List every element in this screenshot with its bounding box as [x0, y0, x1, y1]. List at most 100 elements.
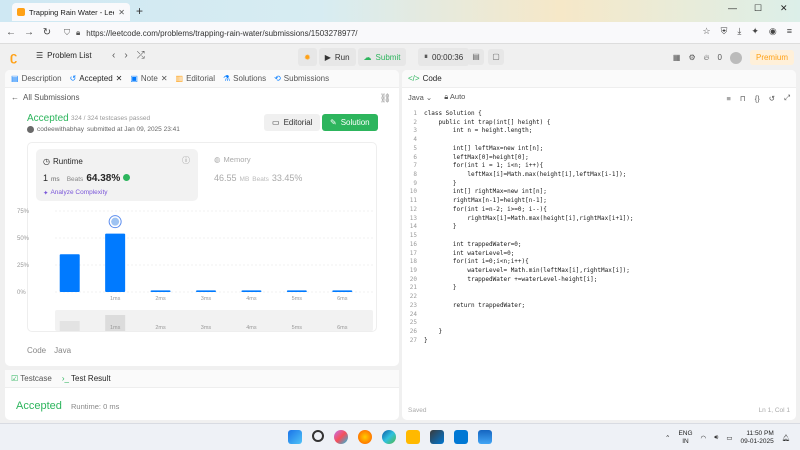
problem-list-button[interactable]: ☰ Problem List — [36, 51, 92, 60]
reload-icon[interactable]: ↻ — [42, 27, 52, 38]
tab-accepted[interactable]: ↺ Accepted ✕ — [70, 74, 123, 83]
code-line[interactable]: 1 class Solution { — [402, 110, 796, 119]
analyze-complexity-link[interactable]: ✦ Analyze Complexity — [43, 189, 108, 197]
chevron-up-icon[interactable]: ⌃ — [665, 434, 670, 442]
wifi-icon[interactable]: ◠ — [701, 434, 707, 442]
code-line[interactable]: 14 } — [402, 223, 796, 232]
memory-title[interactable]: ◍ Memory — [214, 155, 251, 164]
code-line[interactable]: 24 — [402, 311, 796, 320]
code-line[interactable]: 13 rightMax[i]=Math.max(height[i],rightM… — [402, 215, 796, 224]
close-tab-icon[interactable]: ✕ — [116, 74, 123, 83]
premium-button[interactable]: Premium — [749, 50, 794, 65]
code-line[interactable]: 5 int[] leftMax=new int[n]; — [402, 145, 796, 154]
pocket-icon[interactable]: ⛨ — [721, 26, 728, 37]
format-icon[interactable]: ≡ — [726, 94, 730, 103]
tab-solutions[interactable]: ⚗ Solutions — [223, 74, 266, 83]
new-tab-button[interactable]: + — [136, 4, 143, 18]
link-icon[interactable]: ⛓ — [380, 93, 391, 104]
author-avatar[interactable] — [27, 126, 34, 133]
close-tab-icon[interactable]: ✕ — [161, 74, 168, 83]
code-line[interactable]: 11 rightMax[n-1]=height[n-1]; — [402, 197, 796, 206]
copilot-icon[interactable] — [334, 430, 348, 444]
all-submissions-link[interactable]: ← All Submissions — [11, 93, 79, 102]
info-icon[interactable]: ⓘ — [182, 155, 190, 166]
runtime-distribution-chart[interactable]: 75% 50% 25% 0% 1ms 2ms 3ms 4ms 5ms 6ms 1ms 2ms 3ms 4m… — [5, 200, 399, 366]
menu-icon[interactable]: ≡ — [787, 26, 792, 37]
minimize-icon[interactable]: — — [728, 3, 737, 13]
download-icon[interactable]: ⤓ — [737, 26, 741, 37]
battery-icon[interactable]: ▭ — [726, 434, 732, 442]
reset-icon[interactable]: ↺ — [769, 94, 775, 103]
start-icon[interactable] — [288, 430, 302, 444]
braces-icon[interactable]: {} — [755, 94, 760, 103]
volume-icon[interactable]: 🔊︎ — [714, 434, 718, 442]
code-line[interactable]: 27} — [402, 337, 796, 346]
language-indicator[interactable]: ENG IN — [678, 430, 692, 446]
file-explorer-icon[interactable] — [406, 430, 420, 444]
code-line[interactable]: 22 — [402, 293, 796, 302]
code-line[interactable]: 3 int n = height.length; — [402, 127, 796, 136]
back-icon[interactable]: ← — [6, 27, 16, 38]
submit-button[interactable]: ☁ Submit — [357, 48, 407, 66]
code-line[interactable]: 21 } — [402, 284, 796, 293]
run-button[interactable]: ▶ Run — [318, 48, 356, 66]
code-line[interactable]: 19 waterLevel= Math.min(leftMax[i],right… — [402, 267, 796, 276]
debug-button[interactable]: ✹ — [298, 48, 317, 66]
app-icon[interactable] — [478, 430, 492, 444]
url-bar[interactable]: ⛉ 🔒︎ https://leetcode.com/problems/trapp… — [60, 25, 620, 41]
code-line[interactable]: 23 return trappedWater; — [402, 302, 796, 311]
tab-testcase[interactable]: ☑ Testcase — [11, 374, 52, 383]
bookmark-star-icon[interactable]: ☆ — [703, 26, 711, 37]
forward-icon[interactable]: → — [24, 27, 34, 38]
language-select[interactable]: Java ⌄ — [408, 93, 432, 102]
store-icon[interactable] — [430, 430, 444, 444]
code-line[interactable]: 8 leftMax[i]=Math.max(height[i],leftMax[… — [402, 171, 796, 180]
edge-icon[interactable] — [382, 430, 396, 444]
avatar[interactable] — [729, 51, 742, 64]
extension-icon[interactable]: ✦ — [751, 26, 759, 37]
tab-description[interactable]: ▤ Description — [11, 74, 62, 83]
tab-submissions[interactable]: ⟲ Submissions — [274, 74, 329, 83]
settings-icon[interactable]: ⚙ — [688, 53, 695, 62]
code-line[interactable]: 6 leftMax[0]=height[0]; — [402, 154, 796, 163]
editorial-button[interactable]: ▭ Editorial — [264, 114, 321, 131]
code-line[interactable]: 18 for(int i=0;i<n;i++){ — [402, 258, 796, 267]
code-line[interactable]: 17 int waterLevel=0; — [402, 250, 796, 259]
note-icon[interactable]: ▤ — [468, 49, 484, 65]
next-problem-icon[interactable]: › — [124, 50, 127, 61]
code-editor[interactable]: 1 class Solution {2 public int trap(int[]… — [402, 110, 796, 345]
code-line[interactable]: 4 — [402, 136, 796, 145]
notification-icon[interactable]: 🔔︎ — [782, 434, 790, 442]
code-line[interactable]: 20 trappedWater +=waterLevel-height[i]; — [402, 276, 796, 285]
tab-note[interactable]: ▣ Note ✕ — [130, 74, 167, 83]
tab-test-result[interactable]: ›_ Test Result — [62, 374, 111, 383]
auto-mode-toggle[interactable]: 🔒︎ Auto — [444, 92, 465, 102]
close-window-icon[interactable]: ✕ — [780, 3, 788, 14]
runtime-card[interactable]: ◷ Runtime ⓘ 1 ms Beats 64.38% ✦ Analyze … — [36, 149, 198, 201]
layout-grid-icon[interactable]: ▦ — [673, 53, 681, 62]
maximize-icon[interactable]: ☐ — [754, 3, 762, 14]
account-icon[interactable]: ◉ — [769, 26, 777, 37]
vscode-icon[interactable] — [454, 430, 468, 444]
code-line[interactable]: 26 } — [402, 328, 796, 337]
code-line[interactable]: 12 for(int i=n-2; i>=0; i--){ — [402, 206, 796, 215]
code-line[interactable]: 9 } — [402, 180, 796, 189]
code-line[interactable]: 7 for(int i = 1; i<n; i++){ — [402, 162, 796, 171]
firefox-icon[interactable] — [358, 430, 372, 444]
code-line[interactable]: 15 — [402, 232, 796, 241]
close-tab-icon[interactable]: ✕ — [118, 8, 125, 17]
clock[interactable]: 11:50 PM 09-01-2025 — [740, 430, 773, 446]
prev-problem-icon[interactable]: ‹ — [112, 50, 115, 61]
search-icon[interactable] — [312, 430, 324, 442]
bookmark-icon[interactable]: ⊓ — [740, 94, 746, 103]
solution-button[interactable]: ✎ Solution — [322, 114, 378, 131]
leetcode-logo-icon[interactable]: ʗ — [10, 50, 22, 64]
author-name[interactable]: codeewithabhay — [37, 126, 84, 133]
code-line[interactable]: 10 int[] rightMax=new int[n]; — [402, 188, 796, 197]
shuffle-icon[interactable]: ⤮ — [137, 50, 145, 61]
tab-editorial[interactable]: ▥ Editorial — [176, 74, 215, 83]
code-line[interactable]: 2 public int trap(int[] height) { — [402, 119, 796, 128]
code-line[interactable]: 16 int trappedWater=0; — [402, 241, 796, 250]
code-line[interactable]: 25 — [402, 319, 796, 328]
fullscreen-icon[interactable]: ⤢ — [784, 93, 790, 103]
